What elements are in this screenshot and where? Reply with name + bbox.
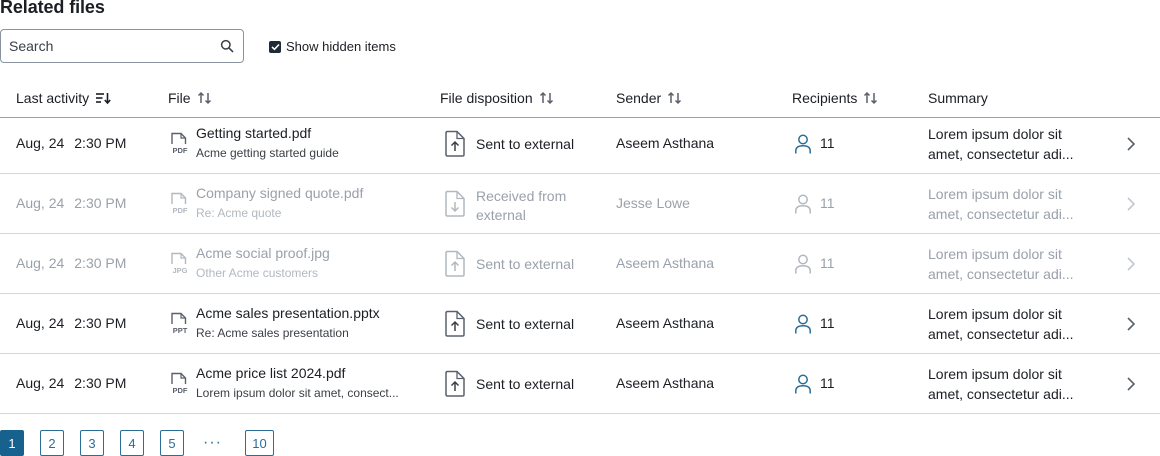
recipients-count[interactable]: 11 [820,255,835,271]
last-activity-cell: Aug, 24 2:30 PM [16,255,127,271]
column-header-last-activity[interactable]: Last activity [16,90,111,106]
file-name[interactable]: Company signed quote.pdf [196,185,363,201]
chevron-right-icon[interactable] [1124,135,1138,153]
last-activity-cell: Aug, 24 2:30 PM [16,195,127,211]
column-header-file[interactable]: File [168,90,212,106]
file-disposition: Sent to external [476,256,575,272]
sort-descending-icon[interactable] [95,91,111,105]
svg-text:PDF: PDF [173,206,188,215]
last-activity-cell: Aug, 24 2:30 PM [16,135,127,151]
file-disposition: Sent to external [476,376,575,392]
person-icon [795,134,811,154]
column-header-sender[interactable]: Sender [616,90,682,106]
search-input[interactable] [1,30,211,62]
file-disposition: Received from external [476,188,567,223]
file-subtitle: Acme getting started guide [196,146,339,160]
pdf-file-icon: PDF [171,192,188,215]
sender-name: Aseem Asthana [616,315,715,331]
person-icon [795,194,811,214]
file-name[interactable]: Acme social proof.jpg [196,245,330,261]
file-name[interactable]: Getting started.pdf [196,125,311,141]
file-upload-icon [445,370,465,397]
checkmark-icon [270,43,280,50]
sender-name: Aseem Asthana [616,375,715,391]
person-icon [795,314,811,334]
recipients-count[interactable]: 11 [820,375,835,391]
sender-name: Jesse Lowe [616,195,690,211]
sort-arrows-icon[interactable] [539,91,554,105]
file-subtitle: Other Acme customers [196,266,319,280]
table-row[interactable]: Aug, 24 2:30 PM PPT Acme sales presentati… [0,294,1160,354]
table-row[interactable]: Aug, 24 2:30 PM JPG Acme social proof.jpg… [0,234,1160,294]
recipients-count[interactable]: 11 [820,195,835,211]
show-hidden-checkbox[interactable] [269,40,281,53]
sort-arrows-icon[interactable] [197,91,212,105]
column-header-recipients[interactable]: Recipients [792,90,878,106]
recipients-count[interactable]: 11 [820,135,835,151]
recipients-count[interactable]: 11 [820,315,835,331]
summary-text: Lorem ipsum dolor sit amet, consectetur a… [928,246,1074,282]
last-activity-cell: Aug, 24 2:30 PM [16,315,127,331]
file-name[interactable]: Acme price list 2024.pdf [196,365,345,381]
column-header-summary: Summary [928,90,988,106]
sender-name: Aseem Asthana [616,135,715,151]
svg-text:PPT: PPT [173,326,188,335]
sort-arrows-icon[interactable] [863,91,878,105]
svg-text:JPG: JPG [172,266,187,275]
file-name[interactable]: Acme sales presentation.pptx [196,305,380,321]
sender-name: Aseem Asthana [616,255,715,271]
file-upload-icon [445,310,465,337]
person-icon [795,254,811,274]
page-button-2[interactable]: 2 [40,430,64,456]
chevron-right-icon[interactable] [1124,195,1138,213]
file-upload-icon [445,250,465,277]
file-download-icon [445,190,465,217]
summary-text: Lorem ipsum dolor sit amet, consectetur a… [928,126,1074,162]
page-button-1[interactable]: 1 [0,430,24,456]
page-button-4[interactable]: 4 [120,430,144,456]
page-title: Related files [0,0,105,17]
file-subtitle: Lorem ipsum dolor sit amet, consect... [196,386,399,400]
svg-text:PDF: PDF [173,386,188,395]
search-icon[interactable] [220,39,234,53]
person-icon [795,374,811,394]
summary-text: Lorem ipsum dolor sit amet, consectetur a… [928,306,1074,342]
file-upload-icon [445,130,465,157]
pdf-file-icon: PDF [171,372,188,395]
page-button-10[interactable]: 10 [245,430,274,456]
page-button-5[interactable]: 5 [160,430,184,456]
file-disposition: Sent to external [476,136,575,152]
chevron-right-icon[interactable] [1124,255,1138,273]
summary-text: Lorem ipsum dolor sit amet, consectetur a… [928,186,1074,222]
chevron-right-icon[interactable] [1124,315,1138,333]
pdf-file-icon: PDF [171,132,188,155]
ppt-file-icon: PPT [171,312,188,335]
svg-text:PDF: PDF [173,146,188,155]
file-disposition: Sent to external [476,316,575,332]
chevron-right-icon[interactable] [1124,375,1138,393]
column-header-file-disposition[interactable]: File disposition [440,90,554,106]
show-hidden-label: Show hidden items [286,39,396,54]
show-hidden-items-toggle[interactable]: Show hidden items [269,39,396,54]
jpg-file-icon: JPG [171,252,188,275]
table-row[interactable]: Aug, 24 2:30 PM PDF Getting started.pdf A… [0,114,1160,174]
search-box [0,29,244,63]
last-activity-cell: Aug, 24 2:30 PM [16,375,127,391]
table-row[interactable]: Aug, 24 2:30 PM PDF Company signed quote.… [0,174,1160,234]
summary-text: Lorem ipsum dolor sit amet, consectetur a… [928,366,1074,402]
file-subtitle: Re: Acme quote [196,206,282,220]
page-button-3[interactable]: 3 [80,430,104,456]
file-subtitle: Re: Acme sales presentation [196,326,349,340]
sort-arrows-icon[interactable] [667,91,682,105]
table-row[interactable]: Aug, 24 2:30 PM PDF Acme price list 2024.… [0,354,1160,414]
pagination-ellipsis: ··· [203,434,222,451]
table-header: Last activity File File disposition Send… [0,80,1160,118]
